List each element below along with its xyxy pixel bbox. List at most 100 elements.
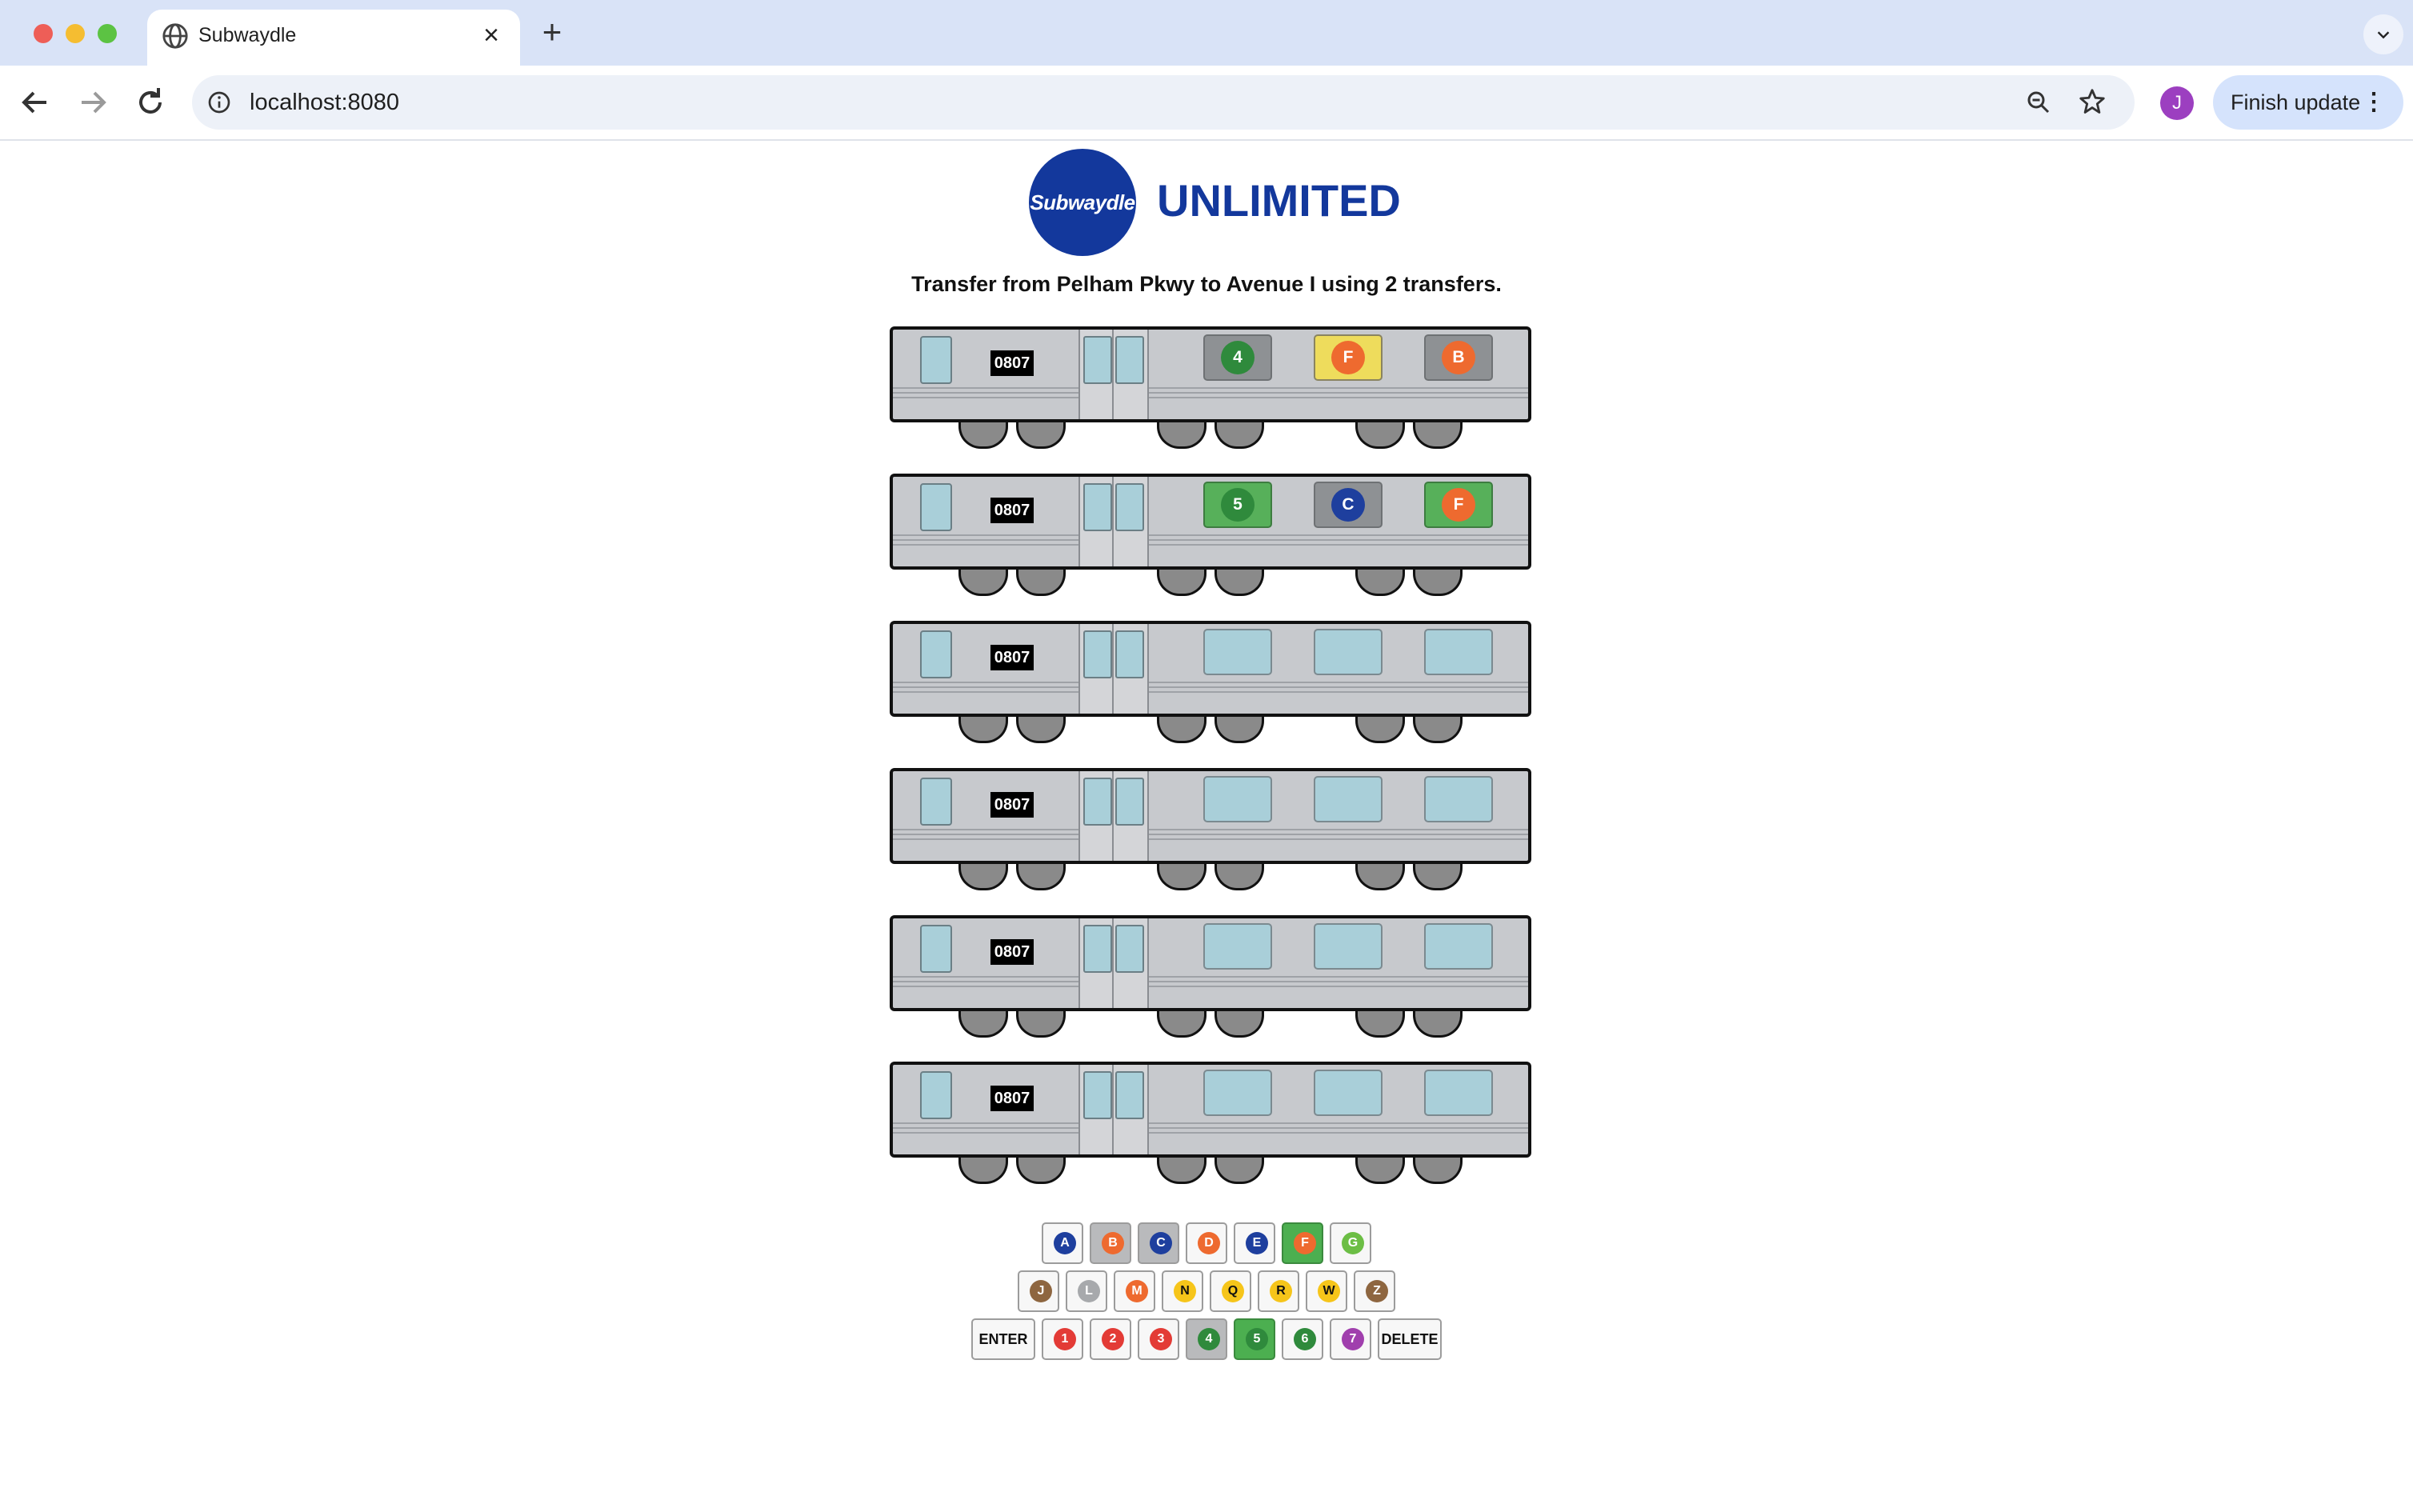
car-stripe [893,387,1528,389]
line-key-3[interactable]: 3 [1138,1318,1179,1360]
line-bullet: Q [1222,1280,1244,1302]
tab-title: Subwaydle [198,24,297,46]
car-window [920,483,952,531]
forward-arrow-icon[interactable] [74,83,112,122]
train-car-guess-row: 0807 4 F B [890,326,1531,449]
line-bullet: C [1150,1232,1172,1254]
car-door [1078,477,1149,566]
door-seam [1112,771,1114,861]
address-bar[interactable]: localhost:8080 [192,75,2135,130]
line-key-w[interactable]: W [1306,1270,1347,1312]
line-bullet: 1 [1054,1328,1076,1350]
line-key-7[interactable]: 7 [1330,1318,1371,1360]
line-key-d[interactable]: D [1186,1222,1227,1264]
minimize-window-button[interactable] [66,24,85,43]
car-body: 0807 [890,1062,1531,1158]
new-tab-button[interactable]: + [534,14,570,50]
browser-toolbar: localhost:8080 J Finish update ⋮ [0,66,2413,141]
line-bullet: Z [1366,1280,1388,1302]
guess-slot: 5 [1203,482,1272,528]
maximize-window-button[interactable] [98,24,117,43]
line-bullet: B [1442,341,1475,374]
zoom-icon[interactable] [2024,88,2053,117]
car-window [920,778,952,826]
close-window-button[interactable] [34,24,53,43]
car-stripe [893,1122,1528,1124]
subwaydle-logo: Subwaydle [1029,149,1136,256]
profile-avatar[interactable]: J [2160,86,2194,120]
line-key-l[interactable]: L [1066,1270,1107,1312]
door-window [1115,778,1144,826]
line-key-z[interactable]: Z [1354,1270,1395,1312]
line-key-4[interactable]: 4 [1186,1318,1227,1360]
guess-slot: C [1314,482,1383,528]
site-info-icon[interactable] [206,90,232,115]
delete-key[interactable]: DELETE [1378,1318,1442,1360]
car-number: 0807 [990,645,1034,670]
door-window [1083,925,1112,973]
line-key-n[interactable]: N [1162,1270,1203,1312]
car-number: 0807 [990,792,1034,818]
key-label: ENTER [978,1331,1028,1347]
finish-update-button[interactable]: Finish update ⋮ [2213,75,2403,130]
line-bullet: 3 [1150,1328,1172,1350]
line-bullet: 6 [1294,1328,1316,1350]
enter-key[interactable]: ENTER [971,1318,1035,1360]
finish-update-label: Finish update [2231,90,2361,114]
line-key-f[interactable]: F [1282,1222,1323,1264]
car-body: 0807 [890,768,1531,864]
line-key-e[interactable]: E [1234,1222,1275,1264]
guess-slot [1424,1070,1493,1116]
line-bullet: C [1331,488,1365,522]
car-stripe [893,539,1528,541]
door-window [1115,483,1144,531]
reload-icon[interactable] [131,83,170,122]
line-key-g[interactable]: G [1330,1222,1371,1264]
line-key-6[interactable]: 6 [1282,1318,1323,1360]
back-arrow-icon[interactable] [16,83,54,122]
tab-search-button[interactable] [2363,14,2403,54]
line-key-5[interactable]: 5 [1234,1318,1275,1360]
car-window [920,1071,952,1119]
line-bullet: 2 [1102,1328,1124,1350]
car-stripe [893,976,1528,978]
line-key-m[interactable]: M [1114,1270,1155,1312]
page-title: UNLIMITED [1157,175,1401,226]
car-number: 0807 [990,939,1034,965]
car-stripe [893,834,1528,835]
guess-slot: F [1314,334,1383,381]
browser-tab[interactable]: Subwaydle × [147,10,520,66]
line-key-c[interactable]: C [1138,1222,1179,1264]
line-bullet: L [1078,1280,1100,1302]
close-tab-icon[interactable]: × [477,21,506,50]
guess-slot [1424,776,1493,822]
line-bullet: J [1030,1280,1052,1302]
car-stripe [893,981,1528,982]
guess-slot: B [1424,334,1493,381]
car-number: 0807 [990,1086,1034,1111]
train-car-guess-row: 0807 [890,915,1531,1038]
line-key-j[interactable]: J [1018,1270,1059,1312]
line-key-a[interactable]: A [1042,1222,1083,1264]
more-menu-icon[interactable]: ⋮ [2362,75,2386,130]
line-key-2[interactable]: 2 [1090,1318,1131,1360]
line-key-1[interactable]: 1 [1042,1318,1083,1360]
line-key-q[interactable]: Q [1210,1270,1251,1312]
line-bullet: N [1174,1280,1196,1302]
url-text[interactable]: localhost:8080 [250,90,399,116]
line-key-r[interactable]: R [1258,1270,1299,1312]
door-window [1115,336,1144,384]
train-car-guess-row: 0807 [890,1062,1531,1184]
line-bullet: B [1102,1232,1124,1254]
line-bullet: F [1442,488,1475,522]
car-stripe [893,682,1528,683]
door-window [1115,1071,1144,1119]
door-window [1083,336,1112,384]
car-door [1078,624,1149,714]
bookmark-star-icon[interactable] [2077,86,2107,117]
game-instruction: Transfer from Pelham Pkwy to Avenue I us… [911,272,1502,296]
door-seam [1112,624,1114,714]
line-key-b[interactable]: B [1090,1222,1131,1264]
car-stripe [893,544,1528,546]
car-stripe [893,534,1528,536]
